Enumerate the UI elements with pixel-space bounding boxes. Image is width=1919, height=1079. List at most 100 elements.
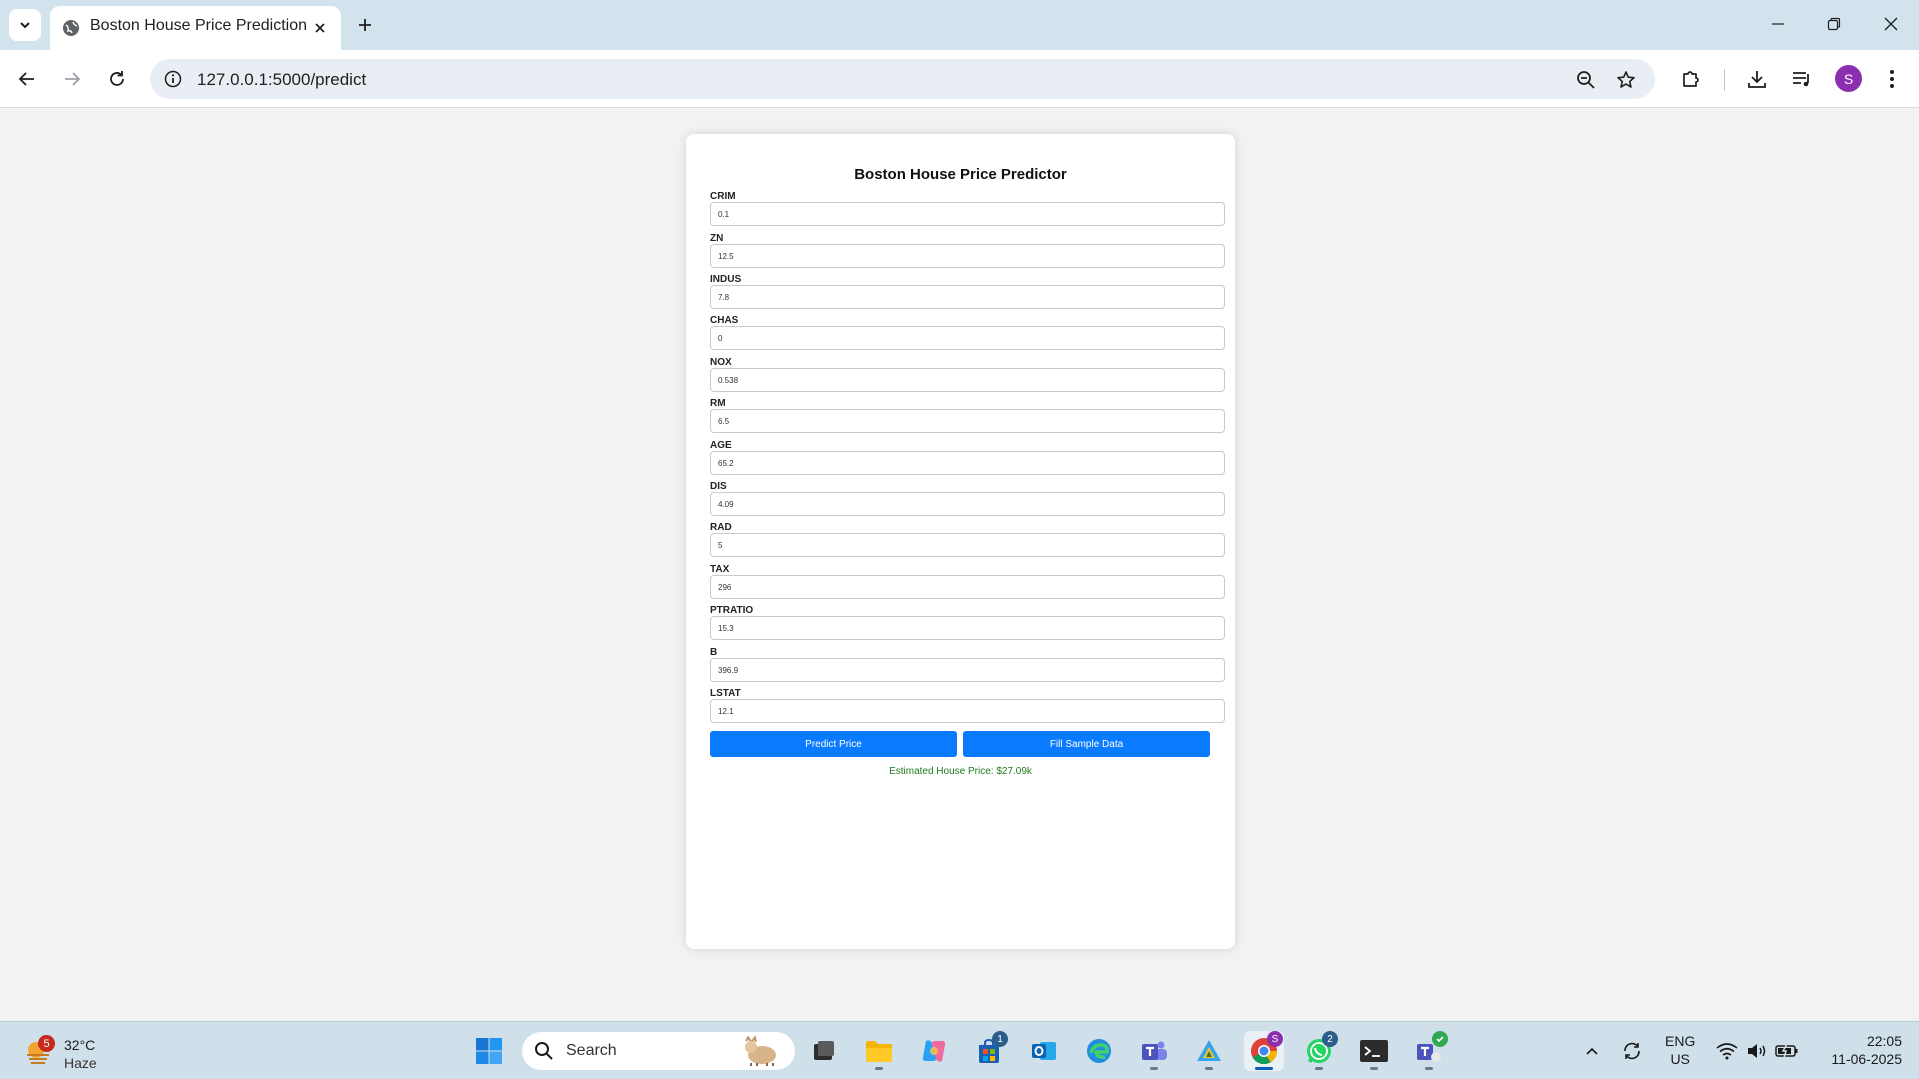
restore-icon xyxy=(1827,17,1841,31)
page-viewport: Boston House Price Predictor CRIM ZN IND… xyxy=(0,108,1919,1021)
wifi-tray-button[interactable] xyxy=(1715,1039,1739,1063)
tax-input[interactable] xyxy=(710,575,1225,599)
search-highlight-image xyxy=(745,1035,776,1066)
arrow-right-icon xyxy=(65,72,81,86)
address-bar[interactable]: 127.0.0.1:5000/predict xyxy=(150,59,1655,99)
system-clock[interactable]: 22:05 11-06-2025 xyxy=(1810,1032,1902,1068)
dis-input[interactable] xyxy=(710,492,1225,516)
taskbar-app-teams[interactable] xyxy=(1134,1031,1174,1071)
extensions-button[interactable] xyxy=(1674,62,1708,96)
more-vertical-icon xyxy=(1890,70,1894,88)
profile-avatar[interactable]: S xyxy=(1835,65,1862,92)
taskbar-app-outlook[interactable] xyxy=(1024,1031,1064,1071)
age-input[interactable] xyxy=(710,451,1225,475)
rad-input[interactable] xyxy=(710,533,1225,557)
field-label-tax: TAX xyxy=(710,564,730,575)
field-label-crim: CRIM xyxy=(710,191,736,202)
crim-input[interactable] xyxy=(710,202,1225,226)
browser-tab-active[interactable]: Boston House Price Prediction xyxy=(50,6,341,50)
volume-tray-button[interactable] xyxy=(1745,1039,1769,1063)
search-icon xyxy=(535,1042,553,1060)
b-input[interactable] xyxy=(710,658,1225,682)
taskbar-app-task-view[interactable] xyxy=(804,1031,844,1071)
show-hidden-icons-button[interactable] xyxy=(1580,1039,1604,1063)
download-icon xyxy=(1748,71,1766,88)
url-text: 127.0.0.1:5000/predict xyxy=(197,70,367,89)
taskbar-app-whatsapp[interactable]: 2 xyxy=(1299,1031,1339,1071)
downloads-button[interactable] xyxy=(1740,62,1774,96)
taskbar-app-file-explorer[interactable] xyxy=(859,1031,899,1071)
rm-input[interactable] xyxy=(710,409,1225,433)
running-indicator xyxy=(1205,1067,1213,1070)
taskbar-app-azure[interactable] xyxy=(1189,1031,1229,1071)
battery-tray-button[interactable] xyxy=(1775,1039,1799,1063)
ptratio-input[interactable] xyxy=(710,616,1225,640)
field-label-zn: ZN xyxy=(710,233,724,244)
search-placeholder: Search xyxy=(566,1042,617,1059)
zoom-button[interactable] xyxy=(1572,66,1600,94)
taskbar-app-chrome[interactable]: S xyxy=(1244,1031,1284,1071)
chrome-profile-badge: S xyxy=(1267,1031,1283,1047)
tab-close-button[interactable] xyxy=(309,17,331,39)
chas-input[interactable] xyxy=(710,326,1225,350)
teams-icon xyxy=(1142,1041,1167,1060)
running-indicator xyxy=(1425,1067,1433,1070)
page-title: Boston House Price Predictor xyxy=(854,166,1067,183)
bookmark-button[interactable] xyxy=(1612,66,1640,94)
fill-sample-data-button[interactable]: Fill Sample Data xyxy=(963,731,1210,757)
taskbar-app-terminal[interactable] xyxy=(1354,1031,1394,1071)
taskbar-app-copilot[interactable] xyxy=(914,1031,954,1071)
taskbar-app-edge[interactable] xyxy=(1079,1031,1119,1071)
browser-toolbar: 127.0.0.1:5000/predict S xyxy=(0,50,1919,108)
wifi-icon xyxy=(1716,1043,1738,1060)
region-code: US xyxy=(1670,1051,1690,1067)
whatsapp-notification-badge: 2 xyxy=(1322,1031,1338,1047)
field-label-indus: INDUS xyxy=(710,274,742,285)
reload-icon xyxy=(110,71,124,86)
indus-input[interactable] xyxy=(710,285,1225,309)
new-tab-button[interactable] xyxy=(350,10,380,40)
task-view-icon xyxy=(814,1041,834,1060)
terminal-icon xyxy=(1360,1040,1388,1062)
taskbar-search[interactable]: Search xyxy=(522,1032,795,1070)
info-icon xyxy=(164,70,182,88)
edge-icon xyxy=(1087,1039,1111,1063)
windows-taskbar: 5 32°C Haze Search 1 S 2 ENG US 22:05 11… xyxy=(0,1021,1919,1079)
windows-logo-icon xyxy=(476,1038,502,1064)
minimize-button[interactable] xyxy=(1758,8,1798,40)
taskbar-app-store[interactable]: 1 xyxy=(969,1031,1009,1071)
close-window-button[interactable] xyxy=(1871,8,1911,40)
start-button[interactable] xyxy=(469,1031,509,1071)
prediction-result: Estimated House Price: $27.09k xyxy=(889,766,1032,777)
lstat-input[interactable] xyxy=(710,699,1225,723)
tab-search-button[interactable] xyxy=(9,9,41,41)
taskbar-app-teams-work[interactable] xyxy=(1409,1031,1449,1071)
predict-price-button[interactable]: Predict Price xyxy=(710,731,957,757)
running-indicator xyxy=(1150,1067,1158,1070)
zn-input[interactable] xyxy=(710,244,1225,268)
reload-button[interactable] xyxy=(100,62,134,96)
chevron-down-icon xyxy=(20,22,30,29)
forward-button[interactable] xyxy=(55,62,89,96)
predictor-card: Boston House Price Predictor CRIM ZN IND… xyxy=(686,134,1235,949)
restore-button[interactable] xyxy=(1814,8,1854,40)
back-button[interactable] xyxy=(10,62,44,96)
chevron-up-icon xyxy=(1586,1047,1598,1055)
close-icon xyxy=(315,23,325,33)
weather-widget[interactable]: 5 32°C Haze xyxy=(20,1029,140,1073)
zoom-out-icon xyxy=(1577,71,1595,89)
field-label-lstat: LSTAT xyxy=(710,688,741,699)
sync-tray-button[interactable] xyxy=(1620,1039,1644,1063)
arrow-left-icon xyxy=(18,72,34,86)
outlook-icon xyxy=(1032,1042,1056,1060)
media-control-button[interactable] xyxy=(1785,62,1819,96)
site-info-button[interactable] xyxy=(160,66,186,92)
folder-icon xyxy=(866,1041,892,1062)
running-indicator xyxy=(875,1067,883,1070)
minimize-icon xyxy=(1772,23,1784,25)
nox-input[interactable] xyxy=(710,368,1225,392)
browser-menu-button[interactable] xyxy=(1875,62,1909,96)
input-language-indicator[interactable]: ENG US xyxy=(1665,1032,1695,1068)
running-indicator xyxy=(1370,1067,1378,1070)
status-badge xyxy=(1432,1031,1448,1047)
